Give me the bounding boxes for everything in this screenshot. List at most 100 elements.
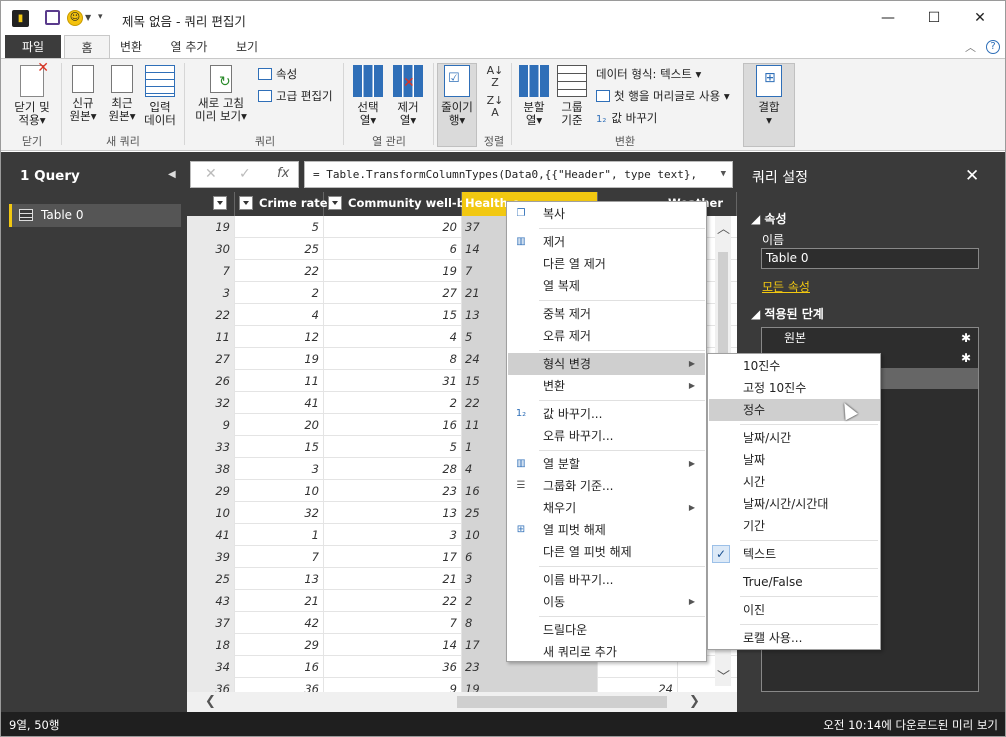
type-binary[interactable]: 이진 (709, 599, 880, 621)
table-cell[interactable]: 22 (187, 304, 235, 326)
menu-item-fill[interactable]: 채우기 ▶ (508, 497, 705, 519)
applied-steps-section[interactable]: ◢ 적용된 단계 (751, 305, 824, 322)
menu-item-group-by[interactable]: ☰ 그룹화 기준... (508, 475, 705, 497)
type-true-false[interactable]: True/False (709, 571, 880, 593)
type-datetime[interactable]: 날짜/시간 (709, 427, 880, 449)
table-cell[interactable]: 32 (187, 392, 235, 414)
type-duration[interactable]: 기간 (709, 515, 880, 537)
menu-item-drill-down[interactable]: 드릴다운 (508, 619, 705, 641)
table-cell[interactable]: 1 (235, 524, 324, 546)
combine-button[interactable]: ⊞ 결합 ▾ (747, 65, 791, 127)
menu-item-transform[interactable]: 변환 ▶ (508, 375, 705, 397)
table-cell[interactable]: 19 (235, 348, 324, 370)
table-cell[interactable]: 15 (324, 304, 462, 326)
table-cell[interactable]: 41 (187, 524, 235, 546)
scroll-up-icon[interactable]: ︿ (717, 218, 730, 237)
type-using-locale[interactable]: 로캘 사용... (709, 627, 880, 649)
replace-values-button[interactable]: 1₂ 값 바꾸기 (596, 109, 657, 127)
data-type-dropdown[interactable]: 데이터 형식: 텍스트 ▾ (596, 65, 701, 83)
maximize-button[interactable]: ☐ (919, 7, 949, 29)
new-source-button[interactable]: 신규 원본▾ (65, 65, 101, 123)
table-cell[interactable]: 38 (187, 458, 235, 480)
menu-item-replace-errors[interactable]: 오류 바꾸기... (508, 425, 705, 447)
type-fixed-decimal[interactable]: 고정 10진수 (709, 377, 880, 399)
use-first-row-header-button[interactable]: 첫 행을 머리글로 사용 ▾ (596, 87, 730, 105)
table-cell[interactable]: 3 (324, 524, 462, 546)
advanced-editor-button[interactable]: 고급 편집기 (258, 87, 333, 105)
table-cell[interactable]: 13 (324, 502, 462, 524)
column-header-crime-rate[interactable]: Crime rate (235, 192, 328, 216)
table-cell[interactable]: 42 (235, 612, 324, 634)
all-properties-link[interactable]: 모든 속성 (762, 278, 810, 295)
menu-item-change-type[interactable]: 형식 변경 ▶ (508, 353, 705, 375)
table-cell[interactable]: 23 (324, 480, 462, 502)
collapse-ribbon-icon[interactable]: ︿ (965, 39, 976, 55)
scroll-right-icon[interactable]: ❯ (689, 694, 700, 709)
table-cell[interactable]: 43 (187, 590, 235, 612)
minimize-button[interactable]: — (873, 7, 903, 29)
query-name-input[interactable]: Table 0 (761, 248, 979, 269)
save-icon[interactable] (45, 10, 60, 25)
scroll-down-icon[interactable]: ﹀ (717, 666, 730, 685)
feedback-smile-icon[interactable]: ☺ (67, 10, 83, 26)
split-column-button[interactable]: 분할 열▾ (515, 65, 553, 127)
table-cell[interactable]: 11 (235, 370, 324, 392)
refresh-preview-button[interactable]: ↻ 새로 고침 미리 보기▾ (191, 65, 251, 123)
collapse-pane-icon[interactable]: ◀ (168, 169, 176, 180)
table-cell[interactable]: 20 (324, 216, 462, 238)
menu-item-rename[interactable]: 이름 바꾸기... (508, 569, 705, 591)
filter-dropdown-icon[interactable] (213, 196, 227, 210)
table-cell[interactable]: 4 (324, 326, 462, 348)
commit-formula-icon[interactable]: ✓ (239, 166, 251, 182)
table-cell[interactable]: 34 (187, 656, 235, 678)
sort-buttons[interactable]: A↓ Z Z↓ A (481, 65, 509, 119)
menu-item-add-as-new-query[interactable]: 새 쿼리로 추가 (508, 641, 705, 663)
table-cell[interactable]: 10 (187, 502, 235, 524)
expand-formula-icon[interactable]: ▼ (721, 162, 726, 187)
table-cell[interactable]: 3 (235, 458, 324, 480)
column-header-community-well-being[interactable]: Community well-being (324, 192, 493, 216)
query-item-table-0[interactable]: Table 0 (9, 204, 181, 227)
table-cell[interactable]: 16 (324, 414, 462, 436)
table-cell[interactable]: 36 (324, 656, 462, 678)
enter-data-button[interactable]: 입력 데이터 (142, 65, 178, 127)
tab-view[interactable]: 보기 (227, 35, 267, 59)
chevron-down-icon[interactable]: ▼ (85, 13, 91, 22)
table-cell[interactable]: 22 (235, 260, 324, 282)
table-cell[interactable]: 31 (324, 370, 462, 392)
recent-source-button[interactable]: 최근 원본▾ (103, 65, 141, 123)
horizontal-scroll-thumb[interactable] (457, 696, 667, 708)
table-cell[interactable]: 37 (187, 612, 235, 634)
table-cell[interactable]: 33 (187, 436, 235, 458)
scroll-left-icon[interactable]: ❮ (205, 694, 216, 709)
table-cell[interactable]: 39 (187, 546, 235, 568)
table-cell[interactable]: 19 (324, 260, 462, 282)
type-date[interactable]: 날짜 (709, 449, 880, 471)
reduce-rows-button[interactable]: ☑ 줄이기 행▾ (439, 65, 475, 127)
menu-item-split-column[interactable]: ▥ 열 분할 ▶ (508, 453, 705, 475)
table-cell[interactable]: 26 (187, 370, 235, 392)
table-cell[interactable]: 10 (235, 480, 324, 502)
table-cell[interactable]: 41 (235, 392, 324, 414)
menu-item-remove-errors[interactable]: 오류 제거 (508, 325, 705, 347)
choose-columns-button[interactable]: 선택 열▾ (351, 65, 385, 127)
table-cell[interactable]: 28 (324, 458, 462, 480)
table-cell[interactable]: 2 (235, 282, 324, 304)
sort-ascending-icon[interactable]: A↓ Z (481, 65, 509, 89)
table-cell[interactable]: 27 (187, 348, 235, 370)
properties-button[interactable]: 속성 (258, 65, 297, 83)
table-cell[interactable]: 25 (235, 238, 324, 260)
menu-item-remove-duplicates[interactable]: 중복 제거 (508, 303, 705, 325)
table-cell[interactable]: 7 (235, 546, 324, 568)
table-cell[interactable]: 8 (324, 348, 462, 370)
table-cell[interactable]: 25 (187, 568, 235, 590)
remove-columns-button[interactable]: ✕ 제거 열▾ (391, 65, 425, 127)
formula-input[interactable]: = Table.TransformColumnTypes(Data0,{{"He… (304, 161, 733, 188)
table-cell[interactable]: 9 (187, 414, 235, 436)
menu-item-remove[interactable]: ▥ 제거 (508, 231, 705, 253)
table-cell[interactable]: 21 (235, 590, 324, 612)
table-cell[interactable]: 6 (324, 238, 462, 260)
menu-item-move[interactable]: 이동 ▶ (508, 591, 705, 613)
type-time[interactable]: 시간 (709, 471, 880, 493)
properties-section[interactable]: ◢ 속성 (751, 210, 787, 227)
